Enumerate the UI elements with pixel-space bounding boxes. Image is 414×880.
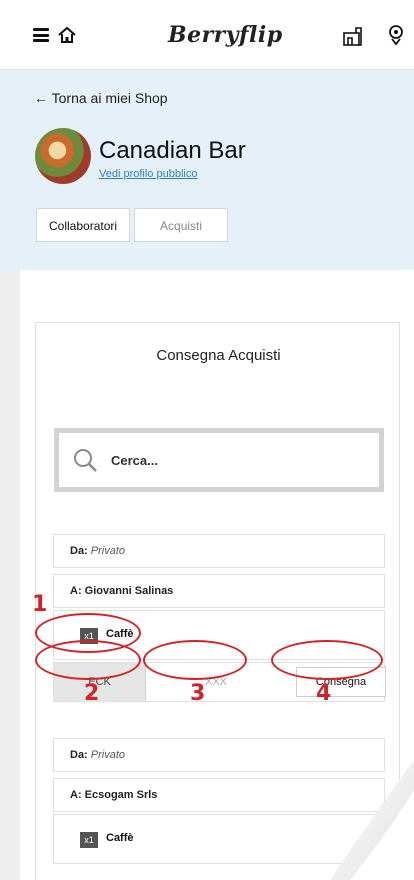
annotation-number-3: 3 xyxy=(190,681,206,706)
from-value: Privato xyxy=(90,749,126,761)
page-curl xyxy=(330,760,414,880)
top-navigation-bar: Berryflip xyxy=(0,0,414,70)
from-label: Da: xyxy=(70,749,88,761)
search-placeholder: Cerca... xyxy=(111,453,158,468)
order-from-row: Da: Privato xyxy=(53,534,385,568)
tab-acquisti[interactable]: Acquisti xyxy=(134,208,229,242)
location-pin-icon[interactable] xyxy=(387,24,405,46)
annotation-number-4: 4 xyxy=(316,681,332,706)
tab-collaboratori[interactable]: Collaboratori xyxy=(36,208,131,242)
shop-icon[interactable] xyxy=(342,25,364,47)
left-rail xyxy=(0,270,20,880)
tab-bar: Collaboratori Acquisti xyxy=(36,208,229,242)
public-profile-link[interactable]: Vedi profilo pubblico xyxy=(99,168,197,180)
shop-name: Canadian Bar xyxy=(99,137,246,164)
home-icon[interactable] xyxy=(56,24,78,46)
annotation-ellipse-3 xyxy=(143,640,247,680)
shop-avatar xyxy=(35,128,91,184)
annotation-ellipse-2 xyxy=(35,640,141,680)
search-icon xyxy=(74,449,97,472)
quantity-badge: x1 xyxy=(80,832,98,848)
menu-icon[interactable] xyxy=(33,28,49,42)
annotation-number-2: 2 xyxy=(84,681,100,706)
from-label: Da: xyxy=(70,545,88,557)
app-logo[interactable]: Berryflip xyxy=(168,22,283,48)
to-text: A: Ecsogam Srls xyxy=(70,789,158,801)
annotation-number-1: 1 xyxy=(32,592,48,617)
back-to-shops-link[interactable]: ← Torna ai miei Shop xyxy=(34,90,168,106)
card-title: Consegna Acquisti xyxy=(156,347,281,364)
from-value: Privato xyxy=(90,545,126,557)
annotation-ellipse-4 xyxy=(271,640,383,680)
product-name: Caffè xyxy=(106,832,134,844)
to-text: A: Giovanni Salinas xyxy=(70,585,174,597)
order-to-row: A: Giovanni Salinas xyxy=(53,574,385,608)
search-input[interactable]: Cerca... xyxy=(54,428,384,492)
